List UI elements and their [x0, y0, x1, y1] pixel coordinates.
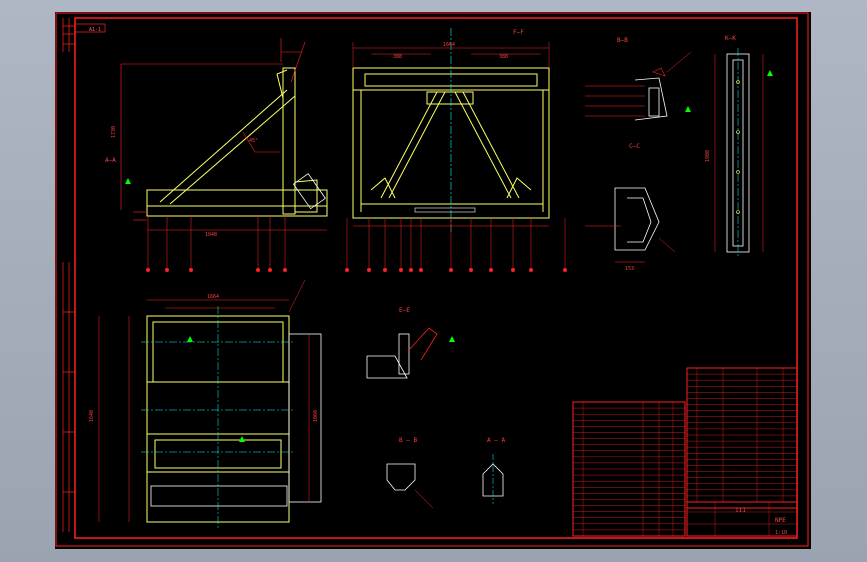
plan-view: 1640 1060 1664	[89, 279, 322, 528]
inner-frame	[74, 17, 798, 539]
side-view: A—A 1730 1048 45°	[105, 38, 328, 272]
cc-width-dim: 153	[625, 266, 634, 272]
plan-right-dim: 1060	[313, 410, 319, 422]
section-bb-title: B—B	[617, 37, 628, 44]
weld-symbol-bb	[685, 106, 691, 112]
parts-list-left	[572, 401, 686, 537]
plan-width-dim: 1664	[207, 294, 219, 300]
title-block: 111 NPE 1:10	[686, 501, 798, 537]
detail-bb-small: B — B	[386, 437, 434, 509]
left-margin-strip	[62, 18, 75, 532]
top-tag-text: A1-1	[89, 27, 101, 33]
cad-drawing-sheet: A1-1 A—A 1730 1048 45° 1664 388 388 F—F …	[55, 12, 811, 549]
side-angle-dim: 45°	[249, 138, 258, 144]
scale: 1:10	[775, 530, 787, 536]
side-view-A-label: A—A	[105, 157, 116, 164]
weld-symbol-kk	[767, 70, 773, 76]
detail-aa-small: A — A	[482, 437, 505, 504]
parts-list-right	[686, 367, 798, 509]
front-view: 1664 388 388 F—F	[345, 28, 567, 272]
drawing-canvas: A1-1 A—A 1730 1048 45° 1664 388 388 F—F …	[55, 12, 809, 547]
view-kk-title: K—K	[725, 35, 736, 42]
front-width-dim: 1664	[443, 42, 455, 48]
weld-symbol-plan-2	[239, 436, 245, 442]
weld-symbol	[125, 178, 131, 184]
view-kk: K—K 1900	[705, 35, 773, 258]
detail-ee: E—E	[366, 307, 455, 379]
weld-symbol-ee	[449, 336, 455, 342]
detail-aa-small-title: A — A	[487, 437, 505, 444]
sheet-code: NPE	[775, 517, 786, 524]
side-base-dim: 1048	[205, 232, 217, 238]
detail-ee-title: E—E	[399, 307, 410, 314]
front-view-label: F—F	[513, 29, 524, 36]
section-cc: C—C 153	[585, 143, 676, 272]
detail-bb-small-title: B — B	[399, 437, 417, 444]
kk-total-dim: 1900	[705, 150, 711, 162]
section-cc-title: C—C	[629, 143, 640, 150]
front-left-dim: 388	[393, 54, 402, 60]
drawing-number: 111	[735, 507, 746, 514]
section-bb: B—B	[585, 37, 692, 121]
weld-symbol-plan	[187, 336, 193, 342]
front-right-dim: 388	[499, 54, 508, 60]
outer-frame	[55, 12, 809, 547]
plan-left-dim: 1640	[89, 410, 95, 422]
side-height-dim: 1730	[111, 126, 117, 138]
